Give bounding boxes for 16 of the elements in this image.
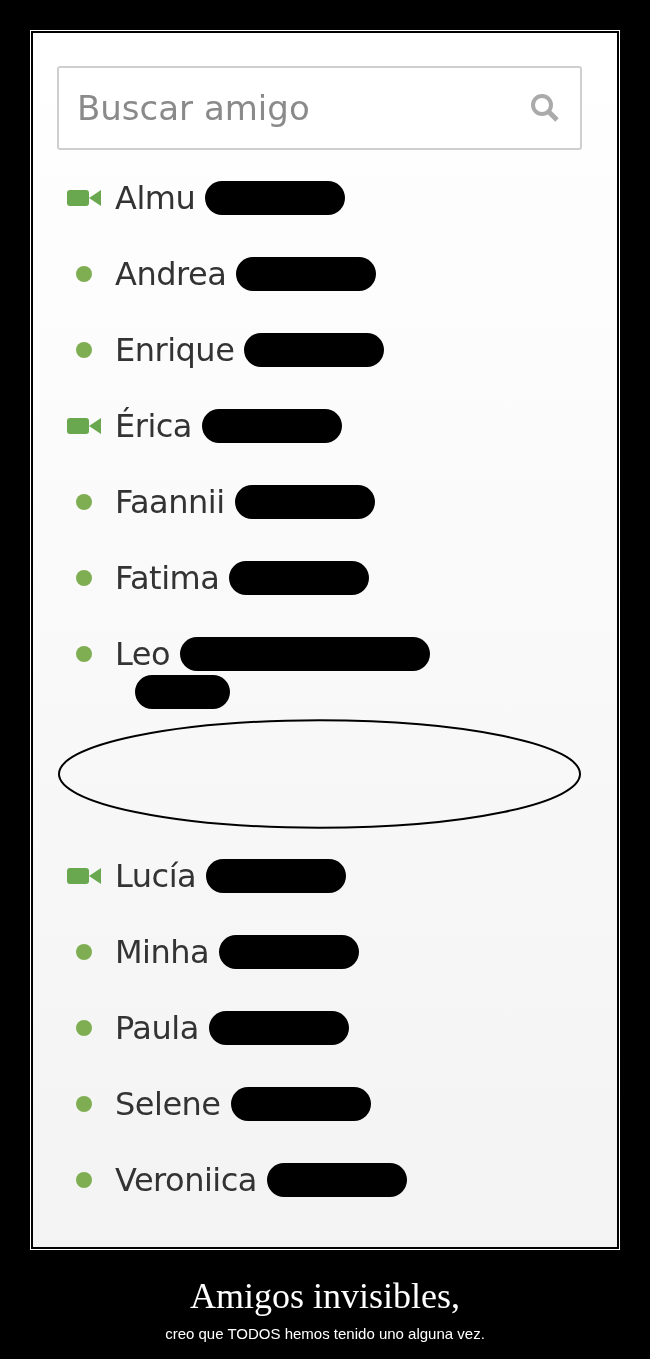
friend-name[interactable]: Faannii	[115, 483, 225, 521]
friend-name[interactable]: Andrea	[115, 255, 227, 293]
friend-name[interactable]: Lucía	[115, 857, 197, 895]
friend-name[interactable]: Leo	[115, 635, 171, 673]
friend-name[interactable]: Enrique	[115, 331, 235, 369]
friend-name[interactable]: Érica	[115, 407, 192, 445]
friend-name[interactable]: Paula	[115, 1009, 199, 1047]
friend-name[interactable]: Minha	[115, 933, 210, 971]
friend-name[interactable]: Fatima	[115, 559, 220, 597]
search-field[interactable]: Buscar amigo	[57, 66, 582, 150]
search-icon	[530, 93, 560, 123]
poster-subtitle: creo que TODOS hemos tenido uno alguna vez.	[165, 1325, 485, 1342]
friend-name[interactable]: Veroniica	[115, 1161, 257, 1199]
poster-title: Amigos invisibles,	[190, 1275, 460, 1317]
friend-name[interactable]: Almu	[115, 179, 196, 217]
friend-name[interactable]: Selene	[115, 1085, 221, 1123]
